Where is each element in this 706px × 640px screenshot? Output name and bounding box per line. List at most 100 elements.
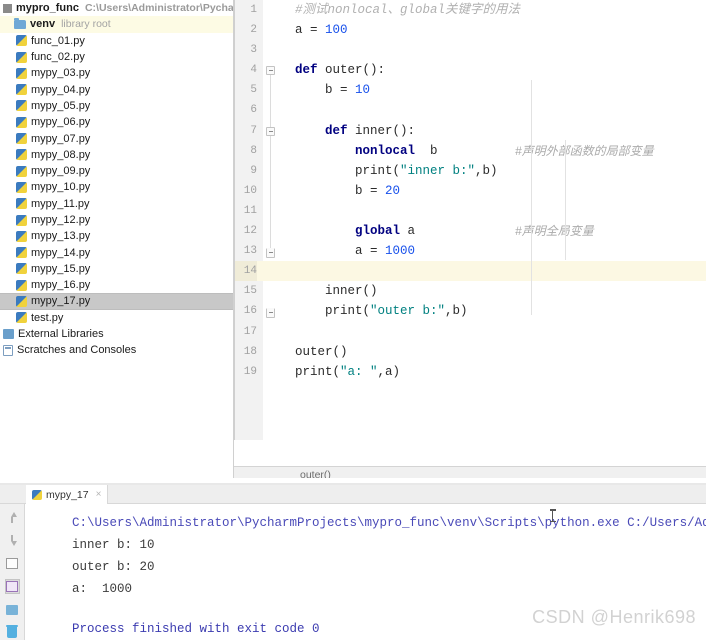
token-str: "outer b:" (370, 304, 446, 319)
code-line[interactable]: 13 a = 1000 (235, 241, 706, 261)
code-line[interactable]: 1 #测试nonlocal、global关键字的用法 (235, 0, 706, 20)
code-line[interactable]: 7 def inner(): (235, 121, 706, 141)
line-number[interactable]: 1 (235, 0, 257, 20)
token-str: "a: " (340, 364, 378, 379)
run-tab-mypy_17[interactable]: mypy_17 × (26, 485, 109, 504)
print-wrap-button[interactable] (5, 556, 20, 571)
code-line[interactable]: 6 (235, 100, 706, 120)
python-file-icon (16, 247, 27, 259)
code-line[interactable]: 10 b = 20 (235, 181, 706, 201)
project-file-list[interactable]: func_01.py func_02.py mypy_03.py mypy_04.py… (0, 33, 234, 326)
project-tool-window[interactable]: mypro_func C:\Users\Administrator\Pychar… (0, 0, 234, 478)
file-label: mypy_10.py (31, 181, 91, 194)
tree-item-venv[interactable]: venv library root (0, 16, 234, 33)
clear-all-button[interactable] (5, 625, 20, 640)
tree-item-file[interactable]: func_01.py (0, 33, 234, 49)
line-number[interactable]: 7 (235, 121, 257, 141)
run-toolbar[interactable] (0, 504, 25, 640)
line-number[interactable]: 16 (235, 301, 257, 321)
console-line: outer b: 20 (72, 560, 155, 574)
line-number[interactable]: 6 (235, 100, 257, 120)
code-lines-container[interactable]: 1 #测试nonlocal、global关键字的用法 2 a = 100 3 4 def o… (235, 0, 706, 466)
code-text: print("a: ",a) (295, 362, 400, 382)
code-editor[interactable]: 1 #测试nonlocal、global关键字的用法 2 a = 100 3 4 def o… (234, 0, 706, 466)
line-number[interactable]: 12 (235, 221, 257, 241)
soft-wrap-button[interactable] (4, 579, 20, 594)
line-number[interactable]: 15 (235, 281, 257, 301)
token-plain: b (415, 143, 438, 158)
line-number[interactable]: 19 (235, 362, 257, 382)
tree-item-file[interactable]: mypy_05.py (0, 98, 234, 114)
indent-guide-1 (531, 80, 532, 315)
code-line[interactable]: 2 a = 100 (235, 20, 706, 40)
tree-item-scratches[interactable]: Scratches and Consoles (0, 342, 234, 358)
token-plain: outer(): (317, 63, 386, 78)
line-number[interactable]: 17 (235, 322, 257, 342)
code-line[interactable]: 12 global a #声明全局变量 (235, 221, 706, 241)
tree-item-file[interactable]: mypy_16.py (0, 277, 234, 293)
tree-item-file[interactable]: func_02.py (0, 49, 234, 65)
console-line: a: 1000 (72, 582, 133, 596)
scroll-down-button[interactable] (5, 533, 20, 548)
tree-item-file[interactable]: mypy_14.py (0, 244, 234, 260)
tree-item-external-libraries[interactable]: External Libraries (0, 326, 234, 342)
tree-item-file[interactable]: test.py (0, 310, 234, 326)
tree-item-file[interactable]: mypy_13.py (0, 228, 234, 244)
line-number[interactable]: 3 (235, 40, 257, 60)
tree-item-file[interactable]: mypy_15.py (0, 261, 234, 277)
code-text: b = 20 (295, 181, 400, 201)
file-label: func_02.py (31, 51, 85, 64)
code-line[interactable]: 16 print("outer b:",b) (235, 301, 706, 321)
line-number[interactable]: 11 (235, 201, 257, 221)
tree-item-file[interactable]: mypy_06.py (0, 114, 234, 130)
code-line[interactable]: 4 def outer(): (235, 60, 706, 80)
tree-item-file[interactable]: mypy_12.py (0, 212, 234, 228)
code-line[interactable]: 11 (235, 201, 706, 221)
code-line[interactable]: 18 outer() (235, 342, 706, 362)
line-number[interactable]: 5 (235, 80, 257, 100)
line-number[interactable]: 13 (235, 241, 257, 261)
tree-item-file[interactable]: mypy_17.py (0, 293, 234, 310)
tree-item-file[interactable]: mypy_07.py (0, 130, 234, 146)
code-line[interactable]: 3 (235, 40, 706, 60)
line-number[interactable]: 9 (235, 161, 257, 181)
tree-item-file[interactable]: mypy_10.py (0, 179, 234, 195)
code-line[interactable]: 9 print("inner b:",b) (235, 161, 706, 181)
watermark: CSDN @Henrik698 (532, 607, 696, 627)
folder-icon (14, 17, 26, 29)
line-number[interactable]: 14 (235, 261, 257, 282)
python-file-icon (16, 133, 27, 145)
file-label: mypy_15.py (31, 262, 91, 275)
line-number[interactable]: 18 (235, 342, 257, 362)
tree-item-file[interactable]: mypy_11.py (0, 196, 234, 212)
code-line[interactable]: 17 (235, 322, 706, 342)
scroll-up-button[interactable] (5, 510, 20, 525)
token-kw: global (355, 224, 401, 239)
code-line[interactable]: 5 b = 10 (235, 80, 706, 100)
file-label: mypy_12.py (31, 214, 91, 226)
code-line[interactable]: 19 print("a: ",a) (235, 362, 706, 382)
token-str: "inner b:" (400, 163, 476, 178)
tree-item-project-root[interactable]: mypro_func C:\Users\Administrator\Pychar… (0, 0, 234, 16)
print-button[interactable] (5, 602, 20, 617)
code-line[interactable]: 8 nonlocal b #声明外部函数的局部变量 (235, 141, 706, 161)
editor-bottom-filler (234, 440, 706, 466)
python-file-icon (16, 100, 27, 112)
console-line: inner b: 10 (72, 538, 155, 552)
close-icon[interactable]: × (96, 489, 102, 500)
line-number[interactable]: 2 (235, 20, 257, 40)
code-text: print("inner b:",b) (295, 161, 498, 181)
token-plain: a = (295, 244, 386, 259)
tree-item-file[interactable]: mypy_09.py (0, 163, 234, 179)
tree-item-file[interactable]: mypy_04.py (0, 81, 234, 97)
code-line[interactable]: 15 inner() (235, 281, 706, 301)
tree-item-file[interactable]: mypy_03.py (0, 65, 234, 81)
tree-item-file[interactable]: mypy_08.py (0, 147, 234, 163)
line-number[interactable]: 8 (235, 141, 257, 161)
code-line[interactable]: 14 (235, 261, 706, 282)
line-number[interactable]: 4 (235, 60, 257, 80)
project-root-label: mypro_func (16, 2, 79, 15)
python-file-icon (16, 214, 27, 226)
python-file-icon (16, 279, 27, 291)
line-number[interactable]: 10 (235, 181, 257, 201)
